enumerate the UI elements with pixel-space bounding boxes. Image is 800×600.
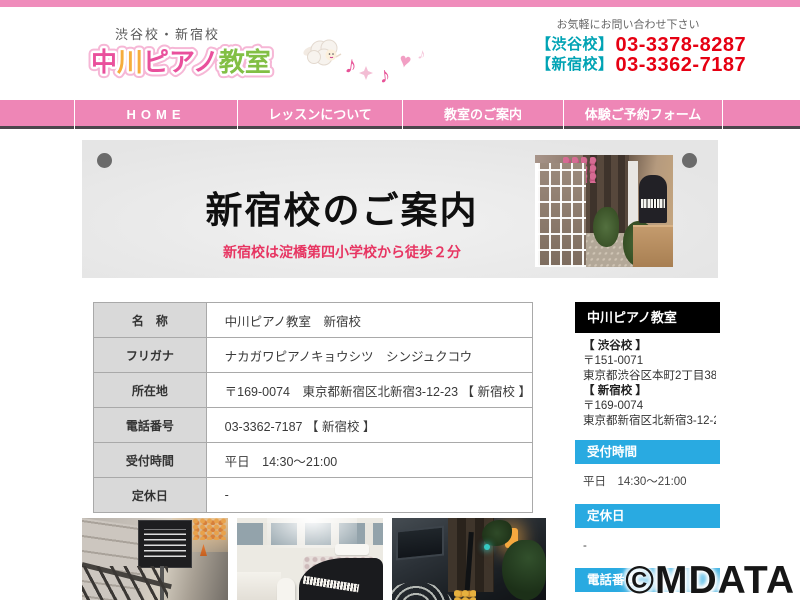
row-value: 〒169-0074 東京都新宿区北新宿3-12-23 【 新宿校 】 (205, 372, 534, 408)
sidebar-section-body: 平日 14:30～21:00 (575, 464, 720, 498)
autumn-leaves (192, 518, 226, 540)
sidebar-section-body: - (575, 528, 720, 562)
music-note-icon: ♪ (343, 51, 359, 79)
school-info-table: 名 称中川ピアノ教室 新宿校 フリガナ ナカガワピアノキョウシツ シンジュクコウ 所在… (93, 302, 534, 513)
page: 渋谷校・新宿校 中川ピアノ教室 中川ピアノ教室 中川ピアノ教室 ♪ ♪ ♥ ♪ … (0, 0, 800, 600)
row-value: 03-3362-7187 【 新宿校 】 (205, 407, 534, 443)
decor-dot-left-icon (97, 153, 112, 168)
site-logo[interactable]: 中川ピアノ教室 中川ピアノ教室 中川ピアノ教室 (88, 40, 288, 84)
sheep-icon (303, 39, 342, 66)
phone-line: 【渋谷校】 03-3378-8287 (536, 35, 746, 55)
music-note-icon: ♪ (416, 45, 427, 63)
sidebar-postal-code: 〒169-0074 (583, 400, 644, 412)
row-label: フリガナ (93, 337, 207, 373)
nav-item-2[interactable]: レッスンについて (237, 100, 402, 129)
decor-dot-right-icon (682, 153, 697, 168)
sidebar-address: 東京都渋谷区本町2丁目38-7 (583, 370, 716, 382)
entrance-stone-wall (633, 225, 673, 267)
row-label: 所在地 (93, 372, 207, 408)
table-row: 名 称中川ピアノ教室 新宿校 (93, 302, 534, 338)
sidebar-section-line: 平日 14:30～21:00 (583, 476, 687, 488)
photo-street-signboard (82, 518, 228, 600)
nav-item-3[interactable]: 教室のご案内 (402, 100, 563, 129)
row-value: 平日 14:30～21:00 (205, 442, 534, 478)
music-note-icon: ♪ (378, 62, 392, 86)
nav-item-1[interactable]: HOME (74, 100, 237, 129)
entrance-photo (535, 155, 673, 267)
sidebar-school-name: 【 新宿校 】 (583, 385, 647, 397)
phone-number: 03-3362-7187 (615, 54, 747, 76)
school-signboard (138, 520, 192, 568)
sidebar-section-line: - (583, 540, 587, 552)
row-label: 受付時間 (93, 442, 207, 478)
sidebar: 中川ピアノ教室 【 渋谷校 】〒151-0071 東京都渋谷区本町2丁目38-7 【… (575, 302, 720, 600)
nav-item-4[interactable]: 体験ご予約フォーム (563, 100, 723, 129)
row-label: 名 称 (93, 302, 207, 338)
white-gate (535, 163, 586, 267)
photo-entrance-evening (392, 518, 546, 600)
phone-school-label: 【渋谷校】 (536, 36, 614, 53)
sheep-and-notes-illustration: ♪ ♪ ♥ ♪ (303, 39, 427, 88)
sheep-mascot-graphic: ♪ ♪ ♥ ♪ (300, 30, 435, 88)
entrance-plant (593, 207, 619, 247)
page-title: 新宿校のご案内 (205, 190, 479, 231)
table-row: 所在地 〒169-0074 東京都新宿区北新宿3-12-23 【 新宿校 】 (93, 372, 534, 408)
sparkle-icon (359, 66, 373, 80)
main-nav: HOME レッスンについて 教室のご案内 体験ご予約フォーム (0, 100, 800, 129)
piano-mailbox (639, 175, 667, 223)
piano-keys-decor (641, 199, 665, 208)
table-row: 定休日 - (93, 477, 534, 513)
photo-piano-room (237, 518, 383, 600)
phone-number: 03-3378-8287 (615, 34, 747, 56)
page-subtitle: 新宿校は淀橋第四小学校から徒歩２分 (223, 244, 461, 260)
sidebar-title: 中川ピアノ教室 (575, 302, 720, 333)
row-value: 中川ピアノ教室 新宿校 (205, 302, 534, 338)
svg-text:中川ピアノ教室: 中川ピアノ教室 (91, 47, 271, 78)
row-value: - (205, 477, 534, 513)
sidebar-address-block: 【 渋谷校 】〒151-0071 東京都渋谷区本町2丁目38-7 【 新宿校 】〒1… (575, 333, 720, 434)
table-row: フリガナ ナカガワピアノキョウシツ シンジュクコウ (93, 337, 534, 373)
phone-line: 【新宿校】 03-3362-7187 (536, 55, 746, 75)
header-contact-block: お気軽にお問い合わせ下さい 【渋谷校】 03-3378-8287 【新宿校】 03-3… (536, 16, 746, 75)
garden-table (392, 582, 454, 600)
air-conditioner (335, 544, 369, 555)
sidebar-section-heading: 受付時間 (575, 440, 720, 464)
row-value: ナカガワピアノキョウシツ シンジュクコウ (205, 337, 534, 373)
sidebar-section-heading: 定休日 (575, 504, 720, 528)
watermark: ©MDATA (625, 559, 795, 600)
sidebar-school-name: 【 渋谷校 】 (583, 340, 647, 352)
sidebar-address: 東京都新宿区北新宿3-12-23 (583, 415, 716, 427)
table-row: 電話番号 03-3362-7187 【 新宿校 】 (93, 407, 534, 443)
phone-school-label: 【新宿校】 (536, 56, 614, 73)
row-label: 定休日 (93, 477, 207, 513)
top-accent-bar (0, 0, 800, 7)
row-label: 電話番号 (93, 407, 207, 443)
phone-numbers: 【渋谷校】 03-3378-8287 【新宿校】 03-3362-7187 (536, 35, 746, 75)
heart-icon: ♥ (397, 49, 413, 73)
contact-note: お気軽にお問い合わせ下さい (556, 19, 700, 31)
banner: 新宿校のご案内 新宿校は淀橋第四小学校から徒歩２分 (82, 140, 718, 278)
piano-keys (302, 575, 360, 593)
sidebar-postal-code: 〒151-0071 (583, 355, 644, 367)
table-row: 受付時間 平日 14:30～21:00 (93, 442, 534, 478)
